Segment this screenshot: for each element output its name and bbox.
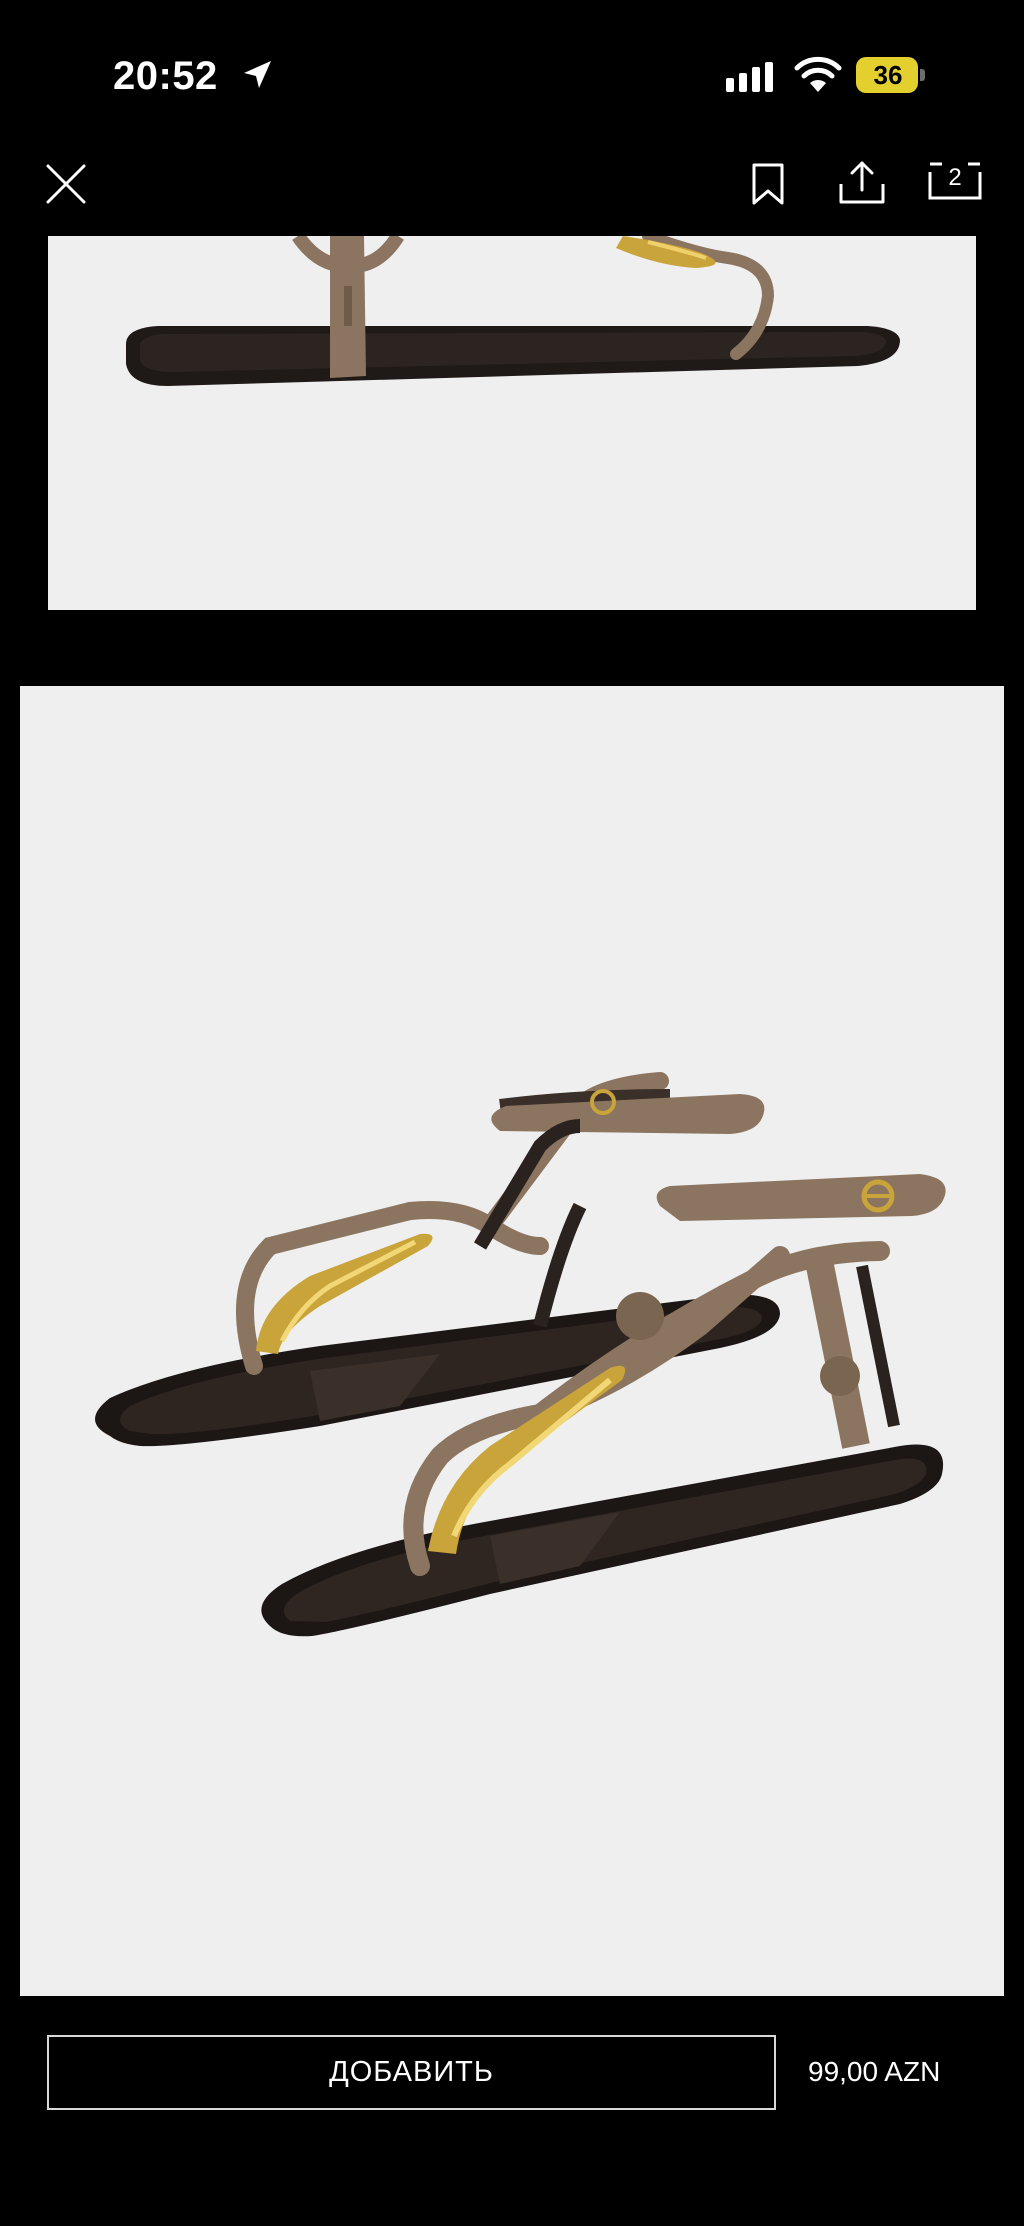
tabs-count: 2 (948, 164, 962, 191)
battery-cap (920, 69, 925, 81)
add-to-cart-button[interactable]: ДОБАВИТЬ (47, 2035, 776, 2110)
wifi-icon (794, 56, 842, 92)
battery-icon: 36 (856, 57, 928, 93)
sandal-side-illustration (126, 236, 900, 386)
tabs-button[interactable]: 2 (928, 160, 982, 204)
battery-body: 36 (856, 57, 918, 93)
product-image-side-view[interactable] (48, 236, 976, 610)
location-arrow-icon (244, 61, 271, 88)
status-time: 20:52 (113, 54, 218, 98)
product-image-pair-view[interactable] (20, 686, 1004, 1996)
product-price: 99,00 AZN (808, 2056, 941, 2087)
status-bar: 20:52 36 (0, 0, 1024, 150)
bookmark-icon[interactable] (746, 162, 790, 206)
cellular-signal-icon (726, 62, 773, 92)
close-icon[interactable] (44, 162, 88, 206)
share-icon[interactable] (838, 160, 886, 206)
battery-level: 36 (873, 60, 903, 90)
sandals-pair-illustration (95, 1072, 946, 1637)
